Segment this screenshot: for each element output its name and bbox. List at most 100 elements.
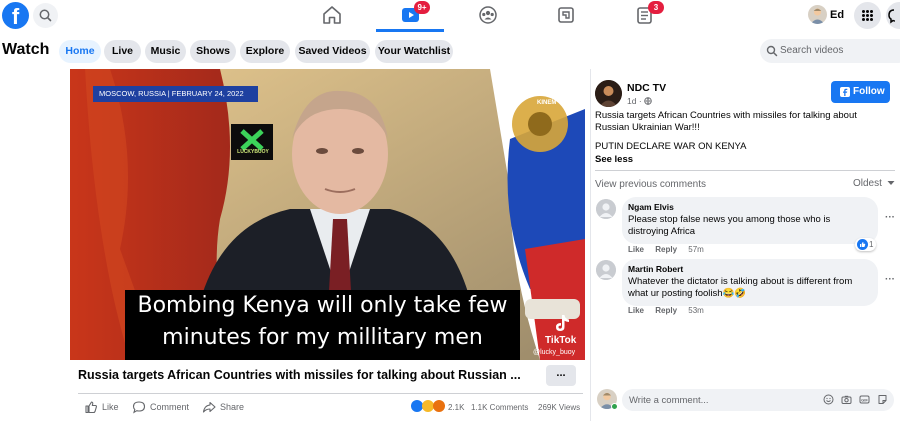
comment-actions: Like Reply 53m [628,306,704,315]
comment-options-button[interactable]: ··· [885,274,895,285]
gaming-icon[interactable] [554,4,578,26]
views-count: 269K Views [538,403,581,412]
comment-button[interactable]: Comment [150,402,189,412]
gif-icon[interactable]: GIF [859,394,870,405]
online-status-dot [611,403,618,410]
comment-icon [132,401,146,414]
post-text-line-1: Russia targets African Countries with mi… [595,110,857,121]
search-videos-placeholder: Search videos [780,45,844,56]
tab-live[interactable]: Live [104,40,141,63]
search-button[interactable] [33,3,58,28]
emoji-icon[interactable] [823,394,834,405]
sort-comments-dropdown[interactable]: Oldest [853,178,895,189]
like-icon [85,401,97,414]
post-text-line-3: PUTIN DECLARE WAR ON KENYA [595,141,747,152]
comment-reaction-count[interactable]: 1 [855,238,877,251]
watch-notification-badge: 9+ [414,1,430,14]
post-age[interactable]: 1d [627,96,636,106]
caption-line-2: minutes for my millitary men [162,325,483,350]
comment-reply-button[interactable]: Reply [655,245,677,254]
feeds-notification-badge: 3 [648,1,664,14]
comment-text-line-1: Please stop false news you among those w… [628,214,831,225]
follow-label: Follow [853,86,885,97]
sticker-icon[interactable] [877,394,888,405]
page-logo-image [595,80,622,107]
comment-text-line-1: Whatever the dictator is talking about i… [628,276,853,287]
divider [78,393,583,394]
person-icon [810,8,825,24]
video-dateline: MOSCOW, RUSSIA | FEBRUARY 24, 2022 [93,86,258,102]
menu-grid-icon [862,10,873,21]
comment-like-button[interactable]: Like [628,245,644,254]
angry-reaction-icon [433,400,445,412]
like-reaction-icon [857,239,868,250]
share-icon [202,401,216,413]
write-comment-input[interactable]: Write a comment... GIF [622,389,894,411]
share-button[interactable]: Share [220,402,244,412]
chevron-down-icon [887,181,895,185]
page-title: Watch [2,41,50,58]
comment-options-button[interactable]: ··· [885,212,895,223]
post-text-line-2: Russian Ukrainian War!!! [595,122,700,133]
see-less-link[interactable]: See less [595,154,633,165]
tiktok-icon [556,315,569,331]
write-comment-placeholder: Write a comment... [629,395,709,406]
follow-icon [840,87,850,97]
panel-divider [590,69,591,421]
like-button[interactable]: Like [102,402,119,412]
tab-home[interactable]: Home [59,40,101,63]
home-icon[interactable] [320,4,344,26]
tab-your-watchlist[interactable]: Your Watchlist [375,40,453,63]
default-avatar-icon [596,199,616,219]
profile-name[interactable]: Ed [830,9,844,21]
tiktok-label: TikTok [545,335,577,346]
comment-author[interactable]: Ngam Elvis [628,202,870,212]
camera-icon[interactable] [841,394,852,405]
sort-label: Oldest [853,178,882,189]
view-previous-comments-link[interactable]: View previous comments [595,179,706,190]
svg-text:GIF: GIF [861,397,868,402]
comment-text-line-2: distroying Africa [628,226,696,237]
comment-author[interactable]: Martin Robert [628,264,870,274]
more-options-button[interactable]: ... [546,365,576,386]
tab-music[interactable]: Music [145,40,186,63]
comment-bubble: Ngam Elvis Please stop false news you am… [622,197,878,244]
reactions-count[interactable]: 2.1K [448,403,464,412]
page-avatar[interactable] [595,80,622,107]
tab-shows[interactable]: Shows [190,40,236,63]
dot-separator: · [638,96,642,106]
search-videos-input[interactable]: Search videos [760,39,900,63]
messenger-button[interactable] [886,2,900,29]
comment-time[interactable]: 53m [688,306,704,315]
top-navigation-bar: f 9+ 3 Ed [0,0,900,32]
profile-avatar[interactable] [808,5,827,24]
tab-saved-videos[interactable]: Saved Videos [295,40,370,63]
tiktok-handle: @lucky_buoy [533,349,576,356]
sticker-label: LUCKYBUOY [237,149,269,155]
comment-like-button[interactable]: Like [628,306,644,315]
comment-avatar[interactable] [596,199,616,219]
page-name[interactable]: NDC TV [627,82,666,94]
post-meta: 1d · [627,96,652,106]
globe-icon [644,97,652,105]
comment-bubble: Martin Robert Whatever the dictator is t… [622,259,878,306]
caption-line-1: Bombing Kenya will only take few [137,293,508,318]
follow-button[interactable]: Follow [831,81,890,103]
messenger-icon [888,9,896,24]
groups-icon[interactable] [476,4,500,26]
tab-explore[interactable]: Explore [240,40,290,63]
search-icon [766,45,778,57]
comment-avatar[interactable] [596,260,616,280]
comments-count[interactable]: 1.1K Comments [471,403,528,412]
comment-actions: Like Reply 57m [628,245,704,254]
menu-button[interactable] [854,2,881,29]
active-tab-indicator [376,29,444,32]
search-icon [39,9,52,22]
divider [595,170,895,171]
comment-text-line-2: what ur posting foolish😂🤣 [628,288,747,299]
facebook-logo[interactable]: f [2,2,29,29]
comment-time[interactable]: 57m [688,245,704,254]
comment-reply-button[interactable]: Reply [655,306,677,315]
video-title[interactable]: Russia targets African Countries with mi… [78,368,538,382]
default-avatar-icon [596,260,616,280]
